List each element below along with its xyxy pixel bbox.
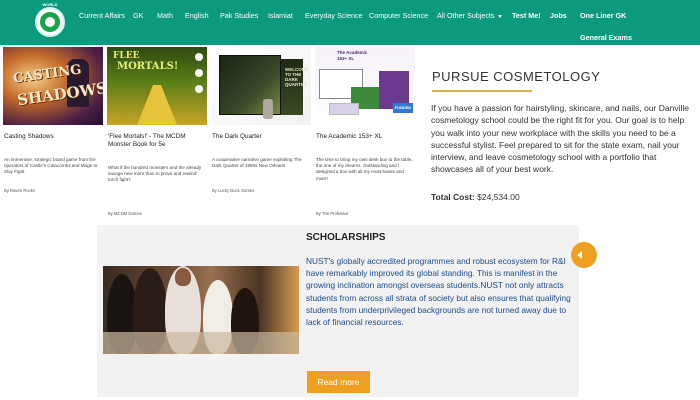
total-cost-value: $24,534.00 [477,192,520,202]
nav-jobs[interactable]: Jobs [550,11,567,20]
scholarships-title: SCHOLARSHIPS [306,232,386,243]
pursue-description: If you have a passion for hairstyling, s… [431,103,689,175]
card-art-flag: FUNDED [393,103,413,113]
card-art-title-line1: FLEE [113,51,140,61]
circle-icon [195,53,203,61]
card-art-block [329,103,359,115]
circle-icon [195,85,203,93]
title-underline [432,90,532,92]
nav-everyday-science[interactable]: Everyday Science [305,11,363,20]
chevron-left-icon [577,251,582,259]
logo-dot [45,17,55,27]
top-navbar: WORLD Current Affairs GK Math English Pa… [0,0,700,45]
nav-pak-studies[interactable]: Pak Studies [220,11,258,20]
card-description: What if the hundred monsters and the alr… [108,165,202,183]
side-tab-button[interactable] [571,242,597,268]
card-author[interactable]: By Raven Rocks [4,188,35,193]
circle-icon [195,69,203,77]
section-title-pursue-cosmetology: PURSUE COSMETOLOGY [432,69,601,84]
card-title[interactable]: The Academic 153+ XL [316,133,416,141]
chevron-down-icon [497,14,502,18]
logo-text: WORLD [42,2,58,7]
card-image[interactable]: WELCOME TO THE DARK QUARTER [211,47,311,125]
nav-all-other-subjects[interactable]: All Other Subjects [437,11,502,20]
card-art-label: The Academic 153+ XL [337,50,368,61]
nav-math[interactable]: Math [157,11,173,20]
total-cost-label: Total Cost: [431,192,475,202]
nav-current-affairs[interactable]: Current Affairs [79,11,125,20]
card-image[interactable]: The Academic 153+ XL FUNDED [315,47,415,125]
card-title[interactable]: The Dark Quarter [212,133,312,141]
card-title[interactable]: 'Flee Mortals!' - The MCDM Monster Book … [108,133,208,149]
card-title[interactable]: Casting Shadows [4,133,104,141]
nav-one-liner-gk[interactable]: One Liner GK [580,11,626,20]
site-logo[interactable] [35,7,65,37]
students-photo [103,266,299,354]
nav-all-other-subjects-label: All Other Subjects [437,11,495,20]
card-description: The time to bring my own desk box to the… [316,157,413,181]
card-art-figurine [263,99,273,119]
nav-test-me[interactable]: Test Me! [512,11,541,20]
total-cost: Total Cost: $24,534.00 [431,192,520,202]
card-author[interactable]: By Lucky Duck Games [212,188,254,193]
nav-islamiat[interactable]: Islamiat [268,11,293,20]
read-more-button[interactable]: Read more [307,371,370,393]
nav-general-exams[interactable]: General Exams [580,33,632,42]
photo-person-head [175,268,191,286]
card-author[interactable]: By MCDM Games [108,211,142,216]
card-description: A cooperative narrative game exploiting … [212,157,302,169]
card-art-title-line2: MORTALS! [117,61,179,72]
photo-desk [103,332,299,354]
card-image[interactable]: CASTING SHADOWS [3,47,103,125]
nav-gk[interactable]: GK [133,11,143,20]
card-image[interactable]: FLEE MORTALS! [107,47,207,125]
nav-computer-science[interactable]: Computer Science [369,11,428,20]
card-art-road [137,85,177,125]
card-author[interactable]: By The Professor [316,211,348,216]
card-art-label: WELCOME TO THE DARK QUARTER [285,67,309,87]
nav-english[interactable]: English [185,11,209,20]
card-description: An immersive, strategic board game from … [4,157,98,175]
scholarships-description: NUST's globally accredited programmes an… [306,256,571,328]
